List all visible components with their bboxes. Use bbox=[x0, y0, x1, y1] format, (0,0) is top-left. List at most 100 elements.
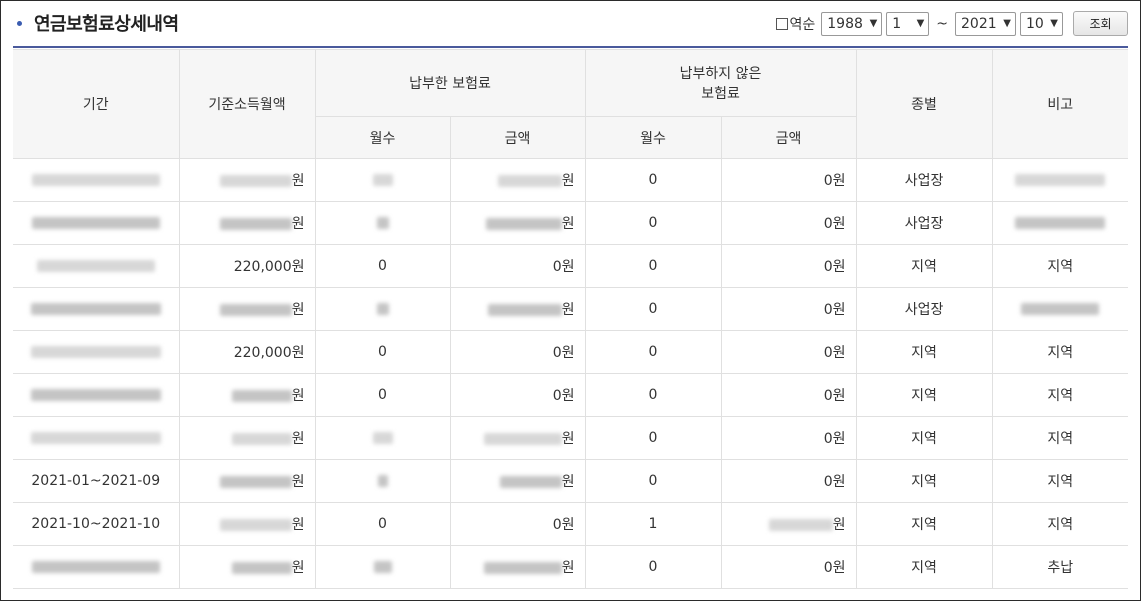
cell-text: 지역 bbox=[911, 560, 937, 576]
masked-value bbox=[485, 218, 562, 230]
cell-paid-amount: 0원 bbox=[450, 373, 586, 417]
cell-period bbox=[13, 287, 180, 331]
cell-unpaid-amount: 0원 bbox=[721, 244, 857, 288]
cell-text: 원 bbox=[561, 216, 575, 232]
masked-value bbox=[768, 519, 833, 531]
cell-text: 0 bbox=[648, 172, 658, 188]
cell-unpaid-months: 0 bbox=[585, 373, 722, 417]
from-month-value: 1 bbox=[892, 15, 902, 32]
masked-value bbox=[31, 217, 160, 229]
bullet-icon bbox=[17, 20, 22, 26]
col-paid-months: 월수 bbox=[315, 116, 451, 159]
cell-text: 0원 bbox=[552, 345, 575, 361]
masked-value bbox=[373, 561, 392, 573]
masked-value bbox=[1015, 217, 1106, 229]
table-row: 원 0 0원 0 0원 지역 지역 bbox=[13, 373, 1129, 417]
cell-text: 추납 bbox=[1047, 560, 1074, 576]
masked-value bbox=[30, 432, 161, 444]
cell-text: 원 bbox=[291, 388, 305, 404]
col-period: 기간 bbox=[13, 49, 180, 159]
page-title: 연금보험료상세내역 bbox=[34, 14, 179, 35]
masked-value bbox=[499, 476, 562, 488]
cell-text: 원 bbox=[291, 431, 305, 447]
col-unpaid-line2: 보험료 bbox=[701, 86, 740, 102]
chevron-down-icon: ▼ bbox=[1003, 18, 1011, 29]
to-year-select[interactable]: 2021 ▼ bbox=[955, 11, 1016, 36]
cell-type: 사업장 bbox=[856, 201, 993, 245]
cell-unpaid-amount: 0원 bbox=[721, 201, 857, 245]
col-base-income: 기준소득월액 bbox=[178, 49, 316, 159]
masked-value bbox=[219, 519, 292, 531]
cell-unpaid-months: 0 bbox=[585, 416, 722, 460]
from-month-select[interactable]: 1 ▼ bbox=[886, 11, 930, 36]
cell-period bbox=[13, 373, 180, 417]
cell-text: 지역 bbox=[911, 517, 937, 533]
cell-paid-amount: 0원 bbox=[450, 502, 586, 546]
cell-paid-amount: 0원 bbox=[450, 330, 586, 374]
cell-base-income: 220,000원 bbox=[179, 330, 316, 374]
masked-value bbox=[372, 432, 393, 444]
cell-text: 지역 bbox=[911, 388, 937, 404]
cell-unpaid-months: 0 bbox=[585, 158, 722, 202]
cell-type: 사업장 bbox=[856, 158, 993, 202]
masked-value bbox=[36, 260, 155, 272]
cell-text: 원 bbox=[561, 431, 575, 447]
from-year-select[interactable]: 1988 ▼ bbox=[821, 11, 883, 36]
masked-value bbox=[1015, 174, 1106, 186]
cell-unpaid-amount: 0원 bbox=[721, 416, 857, 460]
cell-type: 지역 bbox=[856, 416, 993, 460]
cell-unpaid-amount: 0원 bbox=[721, 330, 857, 374]
cell-paid-months: 0 bbox=[315, 373, 451, 417]
col-unpaid-line1: 납부하지 않은 bbox=[679, 66, 762, 82]
cell-text: 2021-01~2021-09 bbox=[31, 473, 161, 489]
col-paid-amount: 금액 bbox=[449, 116, 586, 159]
cell-text: 지역 bbox=[911, 431, 937, 447]
cell-text: 원 bbox=[291, 173, 305, 189]
cell-text: 0원 bbox=[823, 345, 846, 361]
cell-paid-months bbox=[315, 158, 451, 202]
reverse-order-checkbox[interactable] bbox=[775, 17, 788, 30]
masked-value bbox=[219, 476, 292, 488]
chevron-down-icon: ▼ bbox=[869, 18, 878, 29]
search-button[interactable]: 조회 bbox=[1073, 11, 1128, 36]
cell-text: 원 bbox=[291, 474, 305, 490]
cell-text: 0 bbox=[648, 387, 658, 403]
cell-base-income: 원 bbox=[179, 201, 316, 245]
cell-note bbox=[992, 287, 1129, 331]
masked-value bbox=[30, 346, 161, 358]
masked-value bbox=[219, 175, 292, 187]
cell-note bbox=[992, 201, 1129, 245]
cell-text: 0 bbox=[648, 430, 658, 446]
cell-text: 0 bbox=[648, 473, 658, 489]
to-month-select[interactable]: 10 ▼ bbox=[1020, 11, 1063, 36]
col-unpaid-amount: 금액 bbox=[720, 116, 857, 159]
table-row: 원 원 0 0원 사업장 bbox=[13, 158, 1129, 202]
masked-value bbox=[31, 561, 160, 573]
table-row: 220,000원 0 0원 0 0원 지역 지역 bbox=[13, 244, 1129, 288]
cell-type: 사업장 bbox=[856, 287, 993, 331]
cell-text: 0원 bbox=[823, 259, 846, 275]
cell-paid-amount: 0원 bbox=[450, 244, 586, 288]
cell-text: 0원 bbox=[823, 216, 846, 232]
cell-paid-months bbox=[315, 201, 451, 245]
cell-paid-months bbox=[315, 545, 451, 589]
cell-text: 원 bbox=[832, 517, 846, 533]
cell-text: 0원 bbox=[823, 302, 846, 318]
cell-text: 0원 bbox=[552, 259, 575, 275]
cell-text: 220,000원 bbox=[233, 259, 305, 275]
cell-text: 지역 bbox=[1047, 474, 1074, 490]
cell-text: 원 bbox=[291, 216, 305, 232]
cell-paid-months: 0 bbox=[315, 502, 451, 546]
cell-text: 지역 bbox=[1047, 345, 1074, 361]
masked-value bbox=[231, 390, 292, 402]
cell-base-income: 원 bbox=[179, 502, 316, 546]
cell-paid-amount: 원 bbox=[450, 201, 586, 245]
reverse-order-toggle[interactable]: 역순 bbox=[775, 14, 815, 34]
cell-period bbox=[13, 244, 180, 288]
cell-text: 사업장 bbox=[904, 216, 944, 232]
masked-value bbox=[231, 562, 292, 574]
cell-unpaid-months: 1 bbox=[585, 502, 722, 546]
title-area: 연금보험료상세내역 bbox=[13, 10, 179, 36]
cell-unpaid-amount: 0원 bbox=[721, 373, 857, 417]
cell-text: 지역 bbox=[911, 474, 937, 490]
